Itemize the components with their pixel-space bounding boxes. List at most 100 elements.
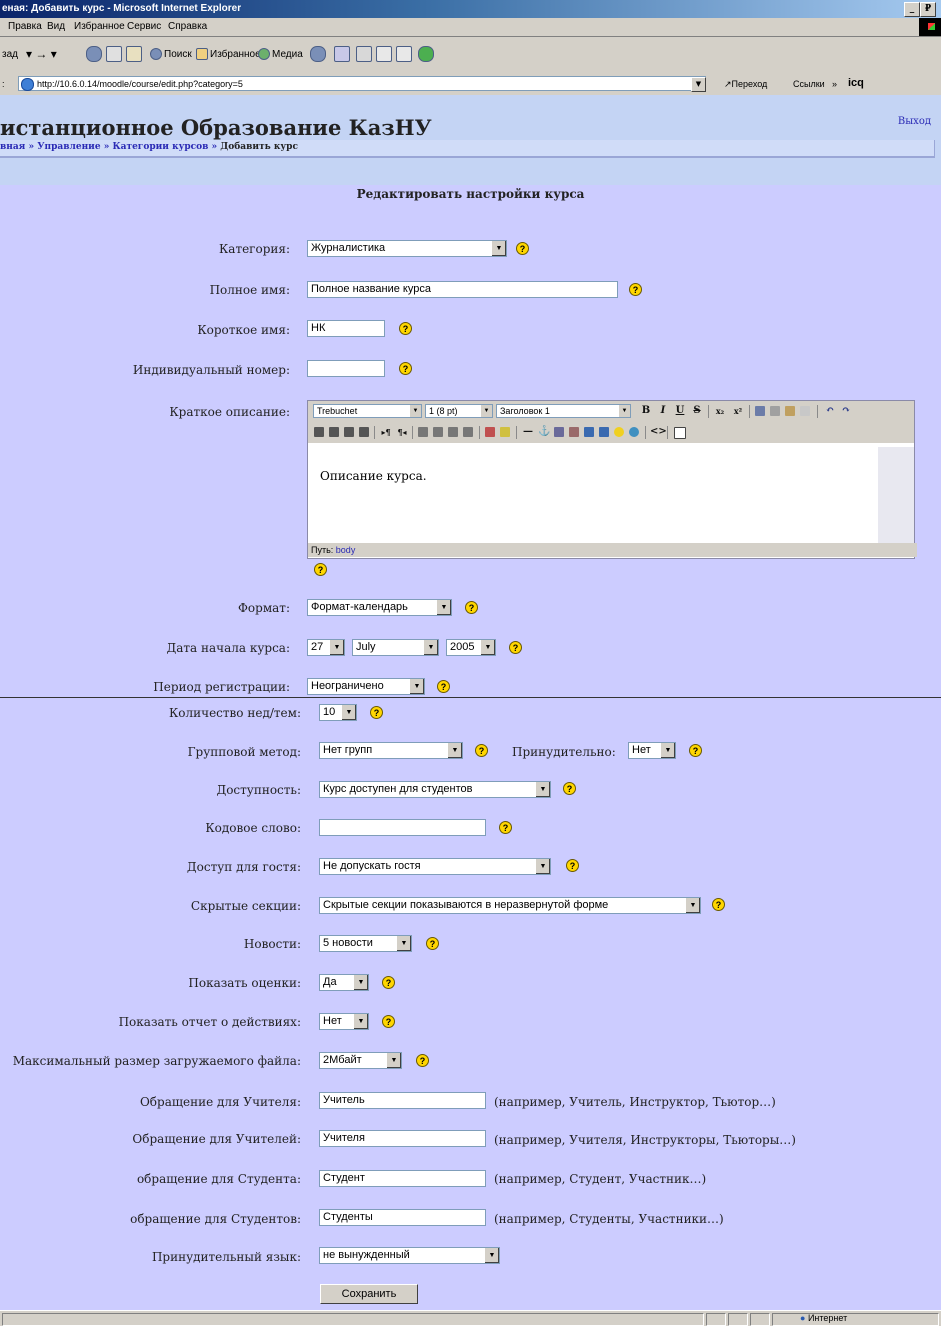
students-input[interactable]: Студенты: [319, 1209, 486, 1226]
summary-editor[interactable]: Trebuchet ▼ 1 (8 pt) ▼ Заголовок 1 ▼ B I U …: [307, 400, 917, 559]
editor-body[interactable]: Описание курса.: [308, 447, 878, 543]
html-source-icon[interactable]: <>: [650, 426, 667, 438]
favorites-button[interactable]: Избранное: [210, 49, 261, 60]
link-icon[interactable]: [554, 427, 564, 437]
maxbytes-select[interactable]: 2Мбайт ▼: [319, 1052, 402, 1069]
ltr-icon[interactable]: ▸¶: [380, 426, 392, 438]
startdate-day-select[interactable]: 27 ▼: [307, 639, 345, 656]
help-icon[interactable]: ?: [689, 744, 702, 757]
font-select[interactable]: Trebuchet ▼: [313, 404, 422, 418]
copy-icon[interactable]: [755, 406, 765, 416]
lang-select[interactable]: не вынужденный ▼: [319, 1247, 500, 1264]
help-icon[interactable]: ?: [475, 744, 488, 757]
newsitems-select[interactable]: 5 новости ▼: [319, 935, 412, 952]
help-icon[interactable]: ?: [382, 976, 395, 989]
address-dropdown-icon[interactable]: ▼: [691, 77, 706, 92]
breadcrumb-admin[interactable]: Управление: [37, 142, 100, 152]
help-icon[interactable]: ?: [426, 937, 439, 950]
search-button[interactable]: Поиск: [164, 49, 192, 60]
menu-tools[interactable]: Сервис: [127, 21, 161, 32]
editor-scrollbar[interactable]: [878, 447, 914, 543]
showreports-select[interactable]: Нет ▼: [319, 1013, 369, 1030]
outdent-icon[interactable]: [448, 427, 458, 437]
menu-view[interactable]: Вид: [47, 21, 65, 32]
subscript-icon[interactable]: x₂: [714, 405, 726, 417]
startdate-year-select[interactable]: 2005 ▼: [446, 639, 496, 656]
ordered-list-icon[interactable]: [418, 427, 428, 437]
breadcrumb-categories[interactable]: Категории курсов: [112, 142, 208, 152]
help-icon[interactable]: ?: [382, 1015, 395, 1028]
restore-button[interactable]: ₽: [920, 2, 936, 17]
justify-icon[interactable]: [359, 427, 369, 437]
strikethrough-icon[interactable]: S: [692, 405, 702, 417]
cut-icon[interactable]: [770, 406, 780, 416]
back-arrow-icon[interactable]: ▾ → ▾: [26, 47, 57, 61]
media-icon[interactable]: [258, 48, 270, 60]
chevron-icon[interactable]: »: [832, 79, 837, 89]
horizontal-rule-icon[interactable]: —: [522, 426, 534, 438]
showgrades-select[interactable]: Да ▼: [319, 974, 369, 991]
help-icon[interactable]: ?: [629, 283, 642, 296]
style-select[interactable]: Заголовок 1 ▼: [496, 404, 631, 418]
visible-select[interactable]: Курс доступен для студентов ▼: [319, 781, 551, 798]
rtl-icon[interactable]: ¶◂: [396, 426, 408, 438]
teachers-input[interactable]: Учителя: [319, 1130, 486, 1147]
search-icon[interactable]: [150, 48, 162, 60]
unlink-icon[interactable]: [569, 427, 579, 437]
startdate-month-select[interactable]: July ▼: [352, 639, 439, 656]
media-button[interactable]: Медиа: [272, 49, 303, 60]
shortname-input[interactable]: НК: [307, 320, 385, 337]
align-right-icon[interactable]: [344, 427, 354, 437]
help-icon[interactable]: ?: [416, 1054, 429, 1067]
help-icon[interactable]: ?: [516, 242, 529, 255]
back-button[interactable]: зад: [2, 49, 18, 60]
groupmode-select[interactable]: Нет групп ▼: [319, 742, 463, 759]
table-icon[interactable]: [599, 427, 609, 437]
image-icon[interactable]: [584, 427, 594, 437]
groupmode-force-select[interactable]: Нет ▼: [628, 742, 676, 759]
format-select[interactable]: Формат-календарь ▼: [307, 599, 452, 616]
italic-icon[interactable]: I: [658, 405, 668, 417]
menu-edit[interactable]: Правка: [8, 21, 42, 32]
edit-icon[interactable]: [376, 46, 392, 62]
links-button[interactable]: Ссылки: [793, 79, 825, 89]
password-input[interactable]: [319, 819, 486, 836]
help-icon[interactable]: ?: [499, 821, 512, 834]
help-icon[interactable]: ?: [399, 322, 412, 335]
editor-path-link[interactable]: body: [336, 545, 356, 555]
special-char-icon[interactable]: [629, 427, 639, 437]
student-input[interactable]: Студент: [319, 1170, 486, 1187]
mail-icon[interactable]: [334, 46, 350, 62]
indent-icon[interactable]: [463, 427, 473, 437]
logout-link[interactable]: Выход: [898, 116, 931, 127]
superscript-icon[interactable]: x²: [732, 405, 744, 417]
numsections-select[interactable]: 10 ▼: [319, 704, 357, 721]
menu-help[interactable]: Справка: [168, 21, 207, 32]
icq-icon[interactable]: [418, 46, 434, 62]
smiley-icon[interactable]: [614, 427, 624, 437]
align-left-icon[interactable]: [314, 427, 324, 437]
underline-icon[interactable]: U: [675, 405, 685, 417]
hiddensections-select[interactable]: Скрытые секции показываются в неразверну…: [319, 897, 701, 914]
history-icon[interactable]: [310, 46, 326, 62]
home-icon[interactable]: [126, 46, 142, 62]
minimize-button[interactable]: _: [904, 2, 920, 17]
idnumber-input[interactable]: [307, 360, 385, 377]
align-center-icon[interactable]: [329, 427, 339, 437]
help-icon[interactable]: ?: [712, 898, 725, 911]
text-color-icon[interactable]: [485, 427, 495, 437]
favorites-icon[interactable]: [196, 48, 208, 60]
help-icon[interactable]: ?: [563, 782, 576, 795]
print-icon[interactable]: [356, 46, 372, 62]
help-icon[interactable]: ?: [437, 680, 450, 693]
refresh-icon[interactable]: [106, 46, 122, 62]
bg-color-icon[interactable]: [500, 427, 510, 437]
help-icon[interactable]: ?: [465, 601, 478, 614]
menu-favorites[interactable]: Избранное: [74, 21, 125, 32]
fullscreen-icon[interactable]: [674, 427, 686, 439]
stop-icon[interactable]: [86, 46, 102, 62]
category-select[interactable]: Журналистика ▼: [307, 240, 507, 257]
go-button[interactable]: ↗Переход: [724, 79, 767, 90]
redo-icon[interactable]: ↷: [839, 405, 853, 417]
bold-icon[interactable]: B: [641, 405, 651, 417]
